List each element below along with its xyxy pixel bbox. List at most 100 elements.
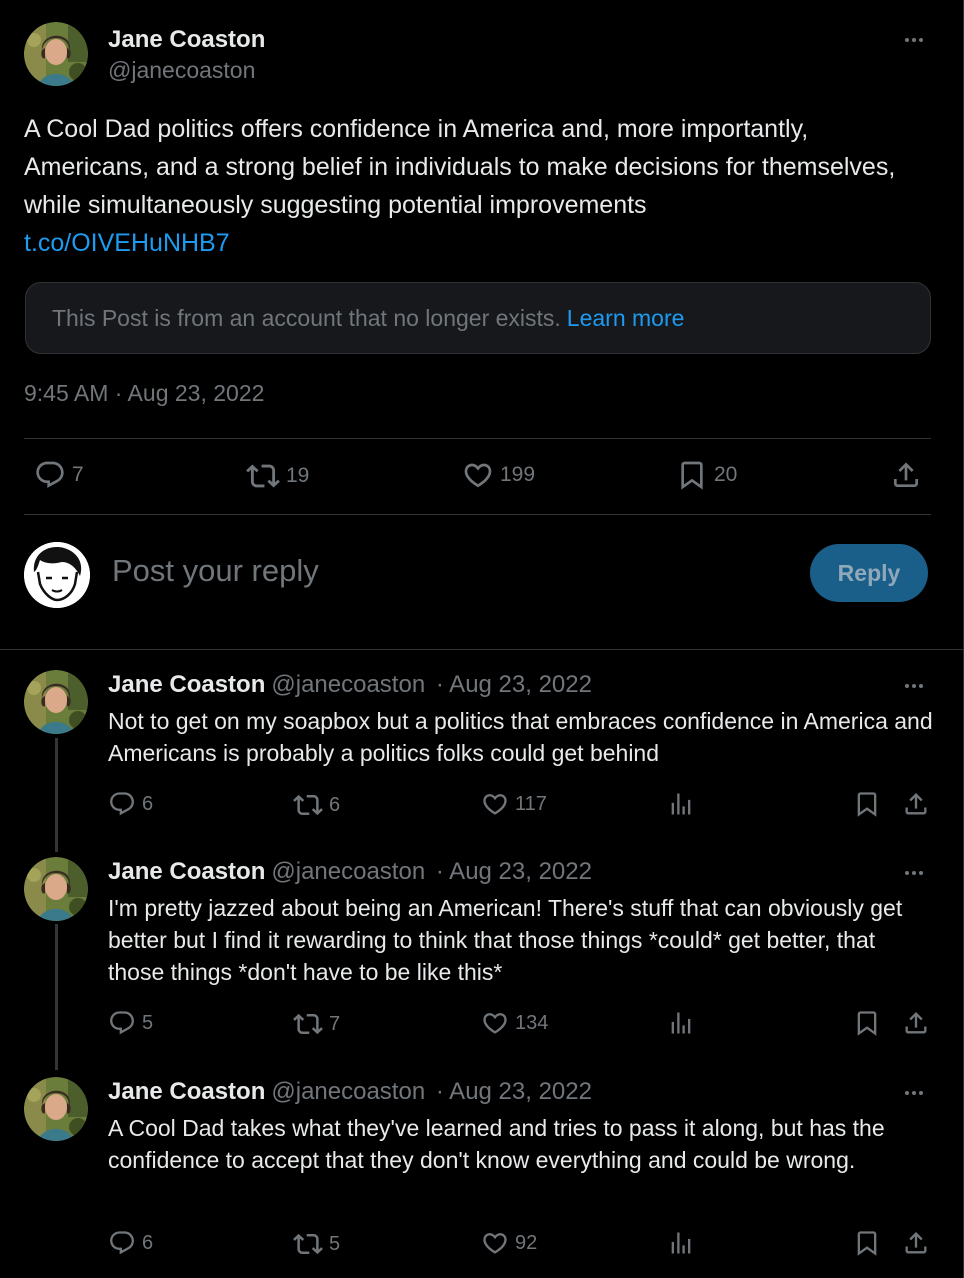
heart-icon bbox=[462, 459, 494, 491]
analytics-icon bbox=[667, 1229, 695, 1257]
avatar[interactable] bbox=[24, 857, 88, 921]
bookmark-button[interactable]: 20 bbox=[676, 459, 737, 491]
tweet-timestamp[interactable]: 9:45 AM · Aug 23, 2022 bbox=[24, 380, 264, 407]
thread-tweet[interactable]: Jane Coaston @janecoaston · Aug 23, 2022 … bbox=[0, 1077, 964, 1267]
reply-icon bbox=[108, 1009, 136, 1037]
repost-count: 5 bbox=[329, 1232, 341, 1255]
share-button[interactable] bbox=[902, 1009, 930, 1037]
thread-tweet[interactable]: Jane Coaston @janecoaston · Aug 23, 2022 … bbox=[0, 857, 964, 1047]
bookmark-icon bbox=[853, 1229, 881, 1257]
author-handle[interactable]: @janecoaston bbox=[271, 858, 425, 885]
bookmark-icon bbox=[853, 790, 881, 818]
reply-submit-button[interactable]: Reply bbox=[810, 544, 928, 602]
more-options-icon[interactable] bbox=[905, 863, 923, 883]
reply-icon bbox=[108, 790, 136, 818]
repost-button[interactable]: 6 bbox=[293, 790, 340, 820]
learn-more-link[interactable]: Learn more bbox=[567, 305, 685, 332]
bookmark-button[interactable] bbox=[853, 1009, 881, 1037]
reply-count: 6 bbox=[142, 1231, 154, 1254]
reply-count: 7 bbox=[72, 463, 84, 486]
repost-icon bbox=[293, 1009, 323, 1039]
tweet-body-text: A Cool Dad politics offers confidence in… bbox=[24, 115, 896, 219]
like-button[interactable]: 92 bbox=[481, 1229, 537, 1257]
notice-text: This Post is from an account that no lon… bbox=[52, 304, 561, 331]
current-user-avatar[interactable] bbox=[24, 542, 90, 608]
bookmark-count: 20 bbox=[714, 463, 738, 486]
share-button[interactable] bbox=[902, 790, 930, 818]
views-button[interactable] bbox=[667, 790, 695, 818]
author-handle[interactable]: @janecoaston bbox=[271, 671, 425, 698]
heart-icon bbox=[481, 790, 509, 818]
tweet-date[interactable]: · Aug 23, 2022 bbox=[436, 1078, 592, 1105]
tweet-text: Not to get on my soapbox but a politics … bbox=[108, 708, 933, 766]
avatar[interactable] bbox=[24, 22, 88, 86]
reply-button[interactable]: 5 bbox=[108, 1009, 153, 1037]
reply-icon bbox=[34, 459, 66, 491]
analytics-icon bbox=[667, 1009, 695, 1037]
author-handle[interactable]: @janecoaston bbox=[271, 1078, 425, 1105]
repost-count: 6 bbox=[329, 793, 341, 816]
bookmark-icon bbox=[676, 459, 708, 491]
reply-button-label: Reply bbox=[837, 559, 901, 586]
main-tweet-text: A Cool Dad politics offers confidence in… bbox=[24, 110, 934, 262]
like-count: 134 bbox=[515, 1011, 549, 1034]
more-options-icon[interactable] bbox=[905, 1083, 923, 1103]
reply-button[interactable]: 6 bbox=[108, 790, 153, 818]
reply-count: 6 bbox=[142, 792, 154, 815]
reply-button[interactable]: 6 bbox=[108, 1229, 153, 1257]
more-options-icon[interactable] bbox=[905, 30, 923, 50]
tweet-header: Jane Coaston @janecoaston · Aug 23, 2022 bbox=[108, 1078, 592, 1106]
repost-count: 19 bbox=[286, 464, 310, 487]
reply-icon bbox=[108, 1229, 136, 1257]
like-count: 92 bbox=[515, 1231, 538, 1254]
avatar[interactable] bbox=[24, 1077, 88, 1141]
reply-button[interactable]: 7 bbox=[34, 459, 84, 491]
author-name[interactable]: Jane Coaston bbox=[108, 1078, 265, 1105]
share-icon bbox=[890, 459, 922, 491]
share-button[interactable] bbox=[902, 1229, 930, 1257]
repost-icon bbox=[246, 459, 280, 493]
author-handle[interactable]: @janecoaston bbox=[108, 57, 255, 84]
deleted-account-notice: This Post is from an account that no lon… bbox=[25, 282, 931, 354]
views-button[interactable] bbox=[667, 1009, 695, 1037]
share-button[interactable] bbox=[890, 459, 922, 491]
repost-icon bbox=[293, 790, 323, 820]
author-name[interactable]: Jane Coaston bbox=[108, 671, 265, 698]
share-icon bbox=[902, 1009, 930, 1037]
like-button[interactable]: 134 bbox=[481, 1009, 548, 1037]
like-count: 199 bbox=[500, 463, 536, 486]
tweet-text: I'm pretty jazzed about being an America… bbox=[108, 895, 903, 985]
tweet-header: Jane Coaston @janecoaston · Aug 23, 2022 bbox=[108, 858, 592, 886]
repost-icon bbox=[293, 1229, 323, 1259]
reply-count: 5 bbox=[142, 1011, 154, 1034]
author-name[interactable]: Jane Coaston bbox=[108, 26, 265, 54]
repost-button[interactable]: 5 bbox=[293, 1229, 340, 1259]
tweet-date[interactable]: · Aug 23, 2022 bbox=[436, 671, 592, 698]
tweet-date[interactable]: · Aug 23, 2022 bbox=[436, 858, 592, 885]
like-button[interactable]: 199 bbox=[462, 459, 535, 491]
divider bbox=[0, 649, 964, 650]
repost-button[interactable]: 7 bbox=[293, 1009, 340, 1039]
views-button[interactable] bbox=[667, 1229, 695, 1257]
tweet-link[interactable]: t.co/OIVEHuNHB7 bbox=[24, 224, 934, 262]
heart-icon bbox=[481, 1229, 509, 1257]
share-icon bbox=[902, 790, 930, 818]
tweet-header: Jane Coaston @janecoaston · Aug 23, 2022 bbox=[108, 671, 592, 699]
tweet-text: A Cool Dad takes what they've learned an… bbox=[108, 1115, 885, 1173]
reply-input[interactable]: Post your reply bbox=[112, 553, 319, 589]
bookmark-button[interactable] bbox=[853, 1229, 881, 1257]
divider bbox=[24, 438, 931, 439]
like-count: 117 bbox=[515, 792, 547, 815]
bookmark-icon bbox=[853, 1009, 881, 1037]
repost-button[interactable]: 19 bbox=[246, 459, 309, 493]
repost-count: 7 bbox=[329, 1012, 341, 1035]
avatar[interactable] bbox=[24, 670, 88, 734]
more-options-icon[interactable] bbox=[905, 676, 923, 696]
author-name[interactable]: Jane Coaston bbox=[108, 858, 265, 885]
heart-icon bbox=[481, 1009, 509, 1037]
thread-tweet[interactable]: Jane Coaston @janecoaston · Aug 23, 2022 … bbox=[0, 670, 964, 830]
share-icon bbox=[902, 1229, 930, 1257]
divider bbox=[24, 514, 931, 515]
like-button[interactable]: 117 bbox=[481, 790, 547, 818]
bookmark-button[interactable] bbox=[853, 790, 881, 818]
